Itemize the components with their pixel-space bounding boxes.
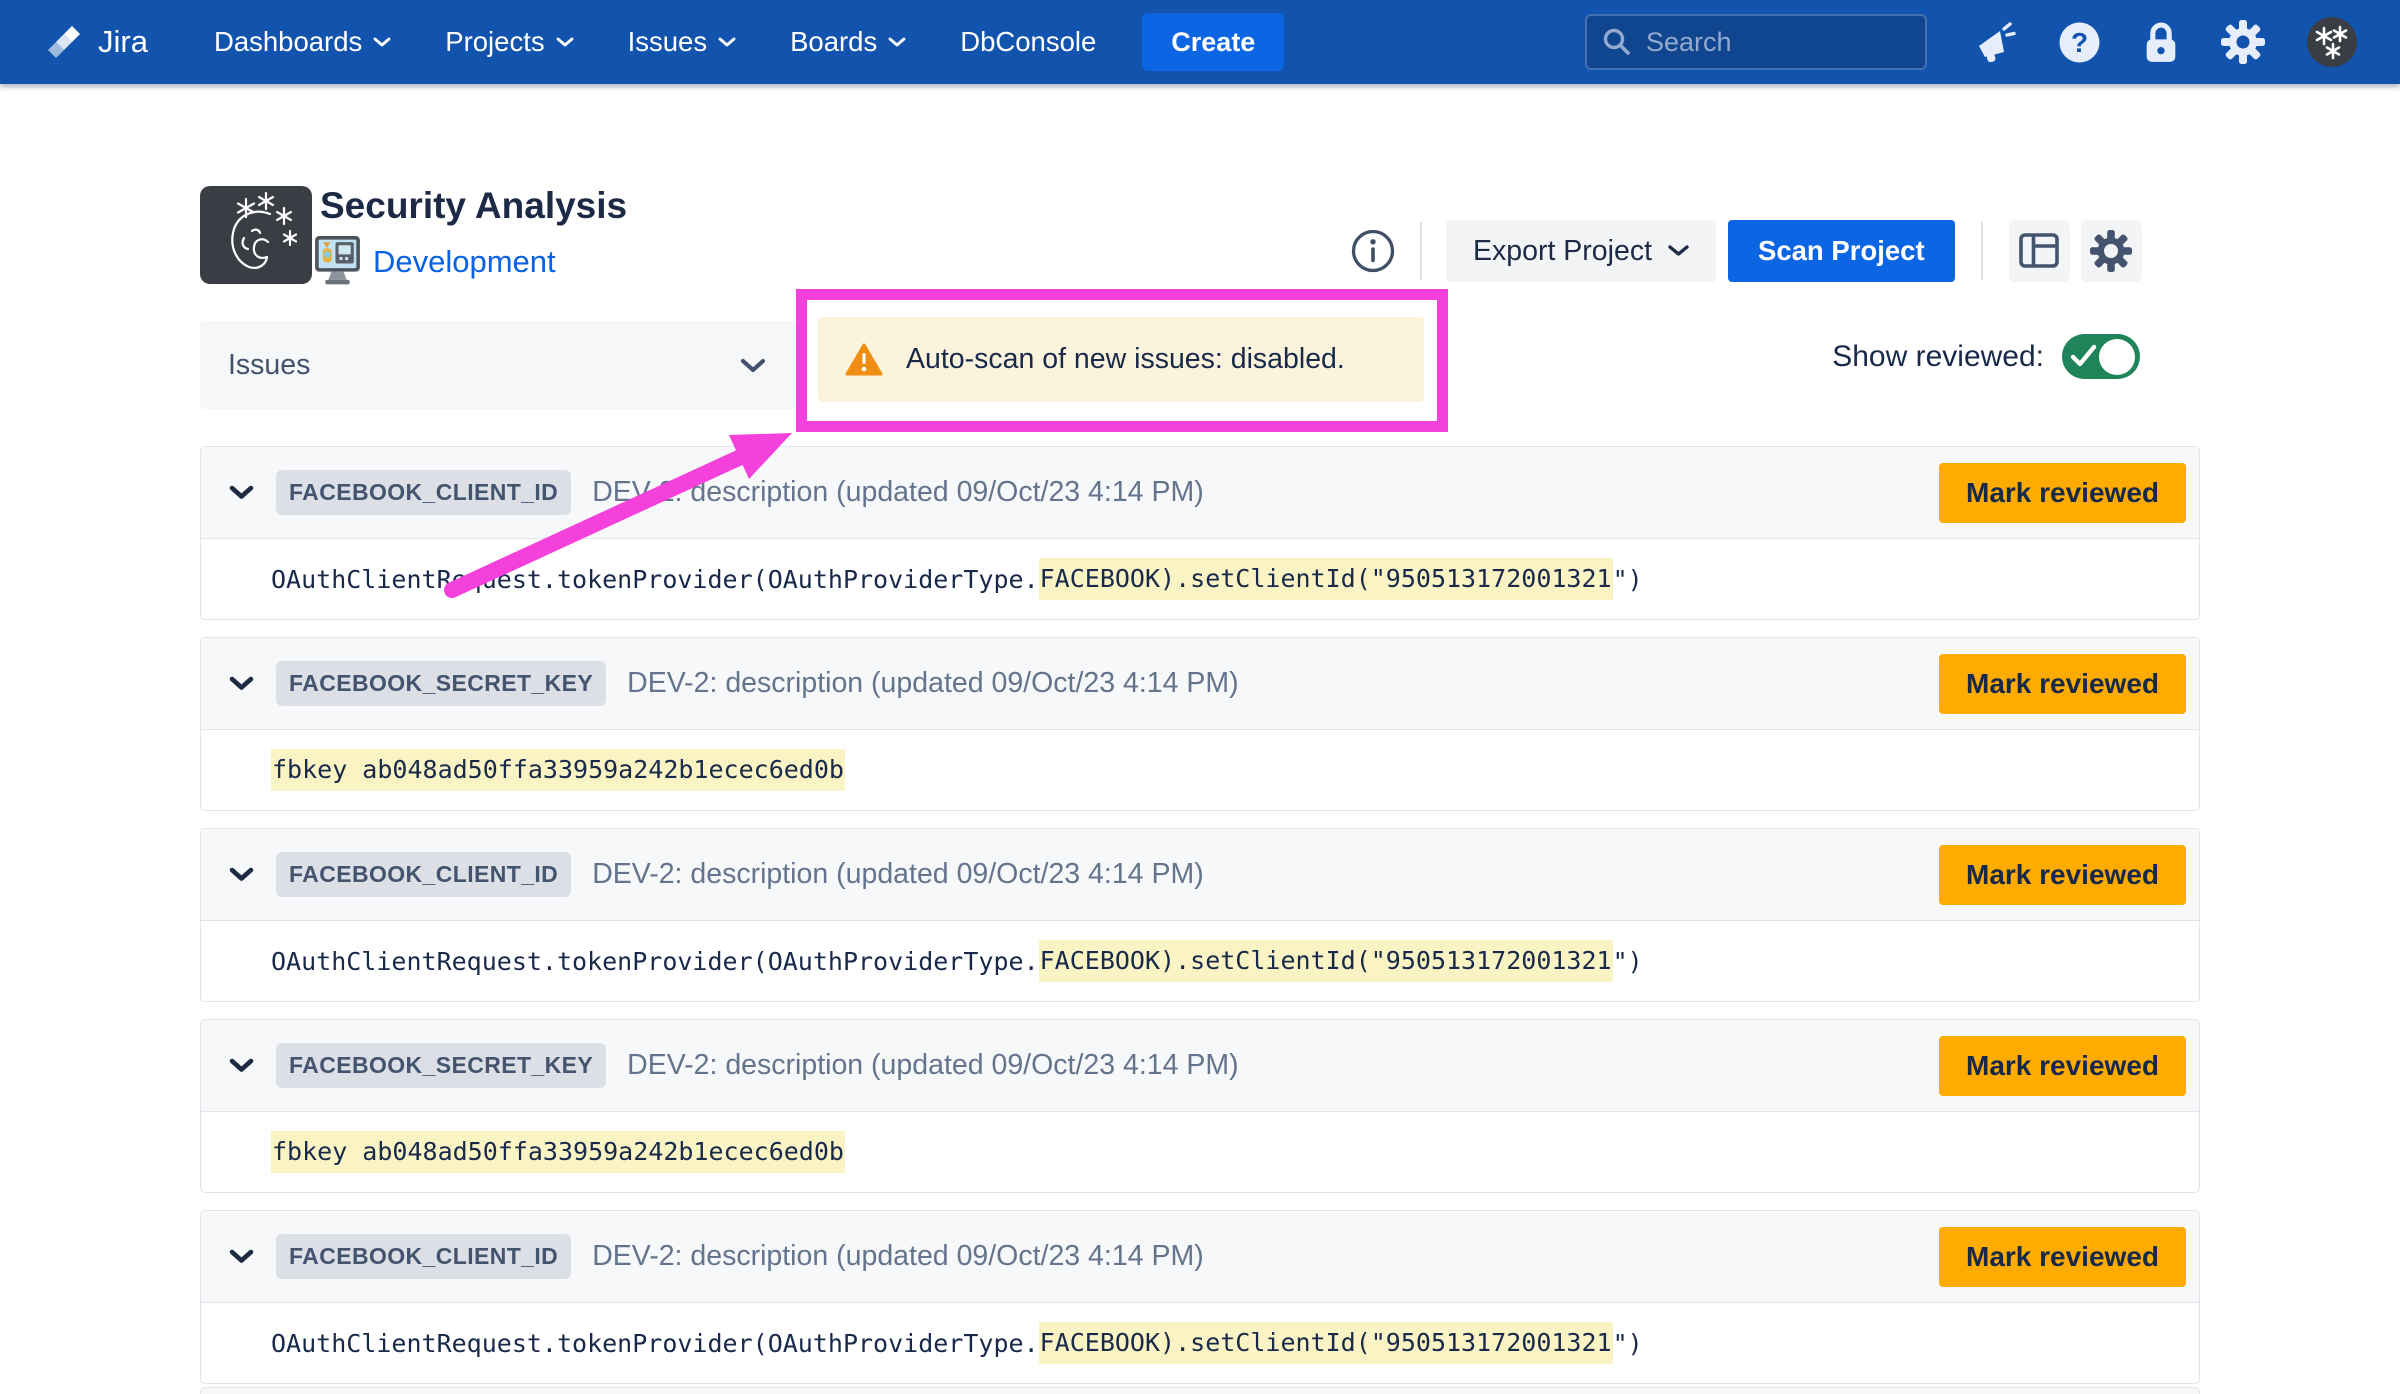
collapse-chevron-icon[interactable] — [229, 867, 254, 882]
code-highlight: fbkey ab048ad50ffa33959a242b1ecec6ed0b — [271, 1131, 845, 1173]
svg-text:?: ? — [2071, 27, 2088, 58]
create-button[interactable]: Create — [1142, 13, 1284, 71]
issue-type-badge: FACEBOOK_CLIENT_ID — [276, 852, 571, 897]
jira-logo[interactable]: Jira — [46, 21, 148, 63]
development-monitor-icon — [314, 234, 361, 289]
issue-card: FACEBOOK_CLIENT_ID DEV-2: description (u… — [200, 1210, 2200, 1384]
partial-next-card — [200, 1387, 2200, 1394]
mark-reviewed-button[interactable]: Mark reviewed — [1939, 1227, 2186, 1287]
help-icon[interactable]: ? — [2057, 20, 2102, 65]
nav-item-projects[interactable]: Projects — [445, 26, 573, 58]
code-highlight: FACEBOOK).setClientId("950513172001321 — [1039, 940, 1613, 982]
search-icon — [1602, 27, 1632, 57]
filter-value: Issues — [228, 349, 310, 382]
jira-logo-text: Jira — [98, 24, 148, 60]
issue-code-snippet: OAuthClientRequest.tokenProvider(OAuthPr… — [201, 1303, 2199, 1383]
issue-code-snippet: fbkey ab048ad50ffa33959a242b1ecec6ed0b — [201, 730, 2199, 810]
chevron-down-icon — [373, 37, 391, 48]
divider — [1420, 222, 1422, 280]
chevron-down-icon — [888, 37, 906, 48]
page-title: Security Analysis — [320, 185, 627, 227]
user-avatar[interactable] — [2306, 16, 2358, 68]
nav-item-boards[interactable]: Boards — [790, 26, 906, 58]
issue-code-snippet: OAuthClientRequest.tokenProvider(OAuthPr… — [201, 921, 2199, 1001]
mark-reviewed-button[interactable]: Mark reviewed — [1939, 463, 2186, 523]
issue-card-header: FACEBOOK_SECRET_KEY DEV-2: description (… — [201, 638, 2199, 730]
mark-reviewed-button[interactable]: Mark reviewed — [1939, 845, 2186, 905]
settings-gear-icon[interactable] — [2220, 19, 2266, 65]
pink-annotation-rectangle — [796, 289, 1448, 432]
search-box[interactable] — [1585, 14, 1927, 70]
settings-button[interactable] — [2081, 220, 2142, 282]
project-breadcrumb: Development — [314, 234, 556, 289]
board-layout-button[interactable] — [2009, 220, 2070, 282]
nav-item-dbconsole[interactable]: DbConsole — [960, 26, 1096, 58]
issue-description: DEV-2: description (updated 09/Oct/23 4:… — [627, 667, 1239, 700]
issue-card-header: FACEBOOK_CLIENT_ID DEV-2: description (u… — [201, 447, 2199, 539]
issue-description: DEV-2: description (updated 09/Oct/23 4:… — [627, 1049, 1239, 1082]
project-link-development[interactable]: Development — [373, 244, 556, 280]
check-icon — [2070, 344, 2098, 369]
nav-icon-group: ? — [1973, 16, 2358, 68]
project-avatar — [200, 186, 312, 284]
header-controls: Export Project Scan Project — [1350, 220, 2142, 282]
issue-description: DEV-2: description (updated 09/Oct/23 4:… — [592, 476, 1204, 509]
collapse-chevron-icon[interactable] — [229, 485, 254, 500]
issue-type-badge: FACEBOOK_CLIENT_ID — [276, 470, 571, 515]
toggle-knob — [2099, 339, 2135, 375]
issue-card-header: FACEBOOK_CLIENT_ID DEV-2: description (u… — [201, 829, 2199, 921]
issue-description: DEV-2: description (updated 09/Oct/23 4:… — [592, 1240, 1204, 1273]
issue-card-header: FACEBOOK_CLIENT_ID DEV-2: description (u… — [201, 1211, 2199, 1303]
show-reviewed-label: Show reviewed: — [1832, 340, 2044, 374]
code-highlight: FACEBOOK).setClientId("950513172001321 — [1039, 558, 1613, 600]
issue-code-snippet: OAuthClientRequest.tokenProvider(OAuthPr… — [201, 539, 2199, 619]
search-input[interactable] — [1644, 26, 1878, 59]
show-reviewed-toggle[interactable] — [2062, 334, 2140, 379]
divider — [1981, 222, 1983, 280]
issue-type-badge: FACEBOOK_SECRET_KEY — [276, 661, 606, 706]
mark-reviewed-button[interactable]: Mark reviewed — [1939, 1036, 2186, 1096]
issue-card: FACEBOOK_SECRET_KEY DEV-2: description (… — [200, 637, 2200, 811]
issue-card-header: FACEBOOK_SECRET_KEY DEV-2: description (… — [201, 1020, 2199, 1112]
issue-description: DEV-2: description (updated 09/Oct/23 4:… — [592, 858, 1204, 891]
top-nav: Jira Dashboards Projects Issues Boards D… — [0, 0, 2400, 84]
scan-project-button[interactable]: Scan Project — [1728, 220, 1955, 282]
issue-code-snippet: fbkey ab048ad50ffa33959a242b1ecec6ed0b — [201, 1112, 2199, 1192]
info-icon[interactable] — [1350, 228, 1396, 274]
jira-logo-icon — [46, 21, 88, 63]
chevron-down-icon — [740, 358, 766, 373]
issue-type-badge: FACEBOOK_CLIENT_ID — [276, 1234, 571, 1279]
collapse-chevron-icon[interactable] — [229, 1058, 254, 1073]
code-highlight: FACEBOOK).setClientId("950513172001321 — [1039, 1322, 1613, 1364]
issues-filter-dropdown[interactable]: Issues — [200, 321, 796, 409]
code-highlight: fbkey ab048ad50ffa33959a242b1ecec6ed0b — [271, 749, 845, 791]
announcement-icon[interactable] — [1973, 20, 2017, 64]
issue-card: FACEBOOK_CLIENT_ID DEV-2: description (u… — [200, 828, 2200, 1002]
export-project-button[interactable]: Export Project — [1446, 220, 1716, 282]
mark-reviewed-button[interactable]: Mark reviewed — [1939, 654, 2186, 714]
lock-icon[interactable] — [2142, 20, 2180, 65]
chevron-down-icon — [718, 37, 736, 48]
chevron-down-icon — [556, 37, 574, 48]
show-reviewed-control: Show reviewed: — [1832, 334, 2140, 379]
issue-type-badge: FACEBOOK_SECRET_KEY — [276, 1043, 606, 1088]
nav-item-dashboards[interactable]: Dashboards — [214, 26, 391, 58]
collapse-chevron-icon[interactable] — [229, 676, 254, 691]
nav-item-issues[interactable]: Issues — [628, 26, 736, 58]
nav-menu: Dashboards Projects Issues Boards DbCons… — [214, 26, 1096, 58]
issue-card: FACEBOOK_SECRET_KEY DEV-2: description (… — [200, 1019, 2200, 1193]
board-layout-icon — [2019, 233, 2059, 269]
collapse-chevron-icon[interactable] — [229, 1249, 254, 1264]
gear-icon — [2089, 229, 2133, 273]
issue-card: FACEBOOK_CLIENT_ID DEV-2: description (u… — [200, 446, 2200, 620]
chevron-down-icon — [1668, 245, 1689, 257]
